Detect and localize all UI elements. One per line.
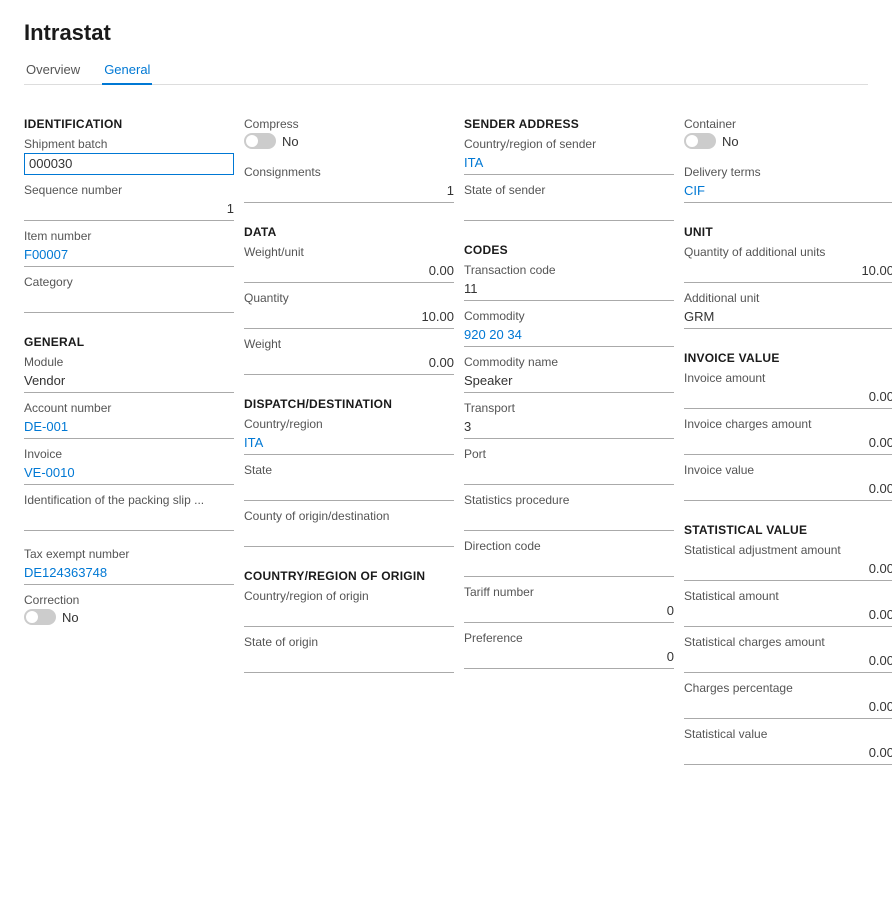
field-state-of-origin: State of origin xyxy=(244,635,454,673)
col-3: SENDER ADDRESS Country/region of sender … xyxy=(464,103,674,773)
field-commodity-name: Commodity name Speaker xyxy=(464,355,674,393)
field-stat-value: Statistical value 0.00 xyxy=(684,727,892,765)
field-stat-amount: Statistical amount 0.00 xyxy=(684,589,892,627)
field-country-sender: Country/region of sender ITA xyxy=(464,137,674,175)
correction-toggle-row: No xyxy=(24,609,234,625)
field-consignments: Consignments 1 xyxy=(244,165,454,203)
field-tariff-number: Tariff number 0 xyxy=(464,585,674,623)
field-dispatch-state: State xyxy=(244,463,454,501)
col-4: Container No Delivery terms CIF UNIT Qua… xyxy=(684,103,892,773)
field-county: County of origin/destination xyxy=(244,509,454,547)
section-sender-address: SENDER ADDRESS xyxy=(464,117,674,131)
field-category: Category xyxy=(24,275,234,313)
field-country-of-origin: Country/region of origin xyxy=(244,589,454,627)
field-invoice-value: Invoice value 0.00 xyxy=(684,463,892,501)
page-title: Intrastat xyxy=(24,20,868,46)
form-grid: IDENTIFICATION Shipment batch 000030 Seq… xyxy=(24,103,868,773)
section-country-region-origin: COUNTRY/REGION OF ORIGIN xyxy=(244,569,454,583)
section-general: GENERAL xyxy=(24,335,234,349)
field-transport: Transport 3 xyxy=(464,401,674,439)
field-charges-pct: Charges percentage 0.00 xyxy=(684,681,892,719)
field-weight-unit: Weight/unit 0.00 xyxy=(244,245,454,283)
field-invoice: Invoice VE-0010 xyxy=(24,447,234,485)
container-toggle-row: No xyxy=(684,133,892,149)
section-unit: UNIT xyxy=(684,225,892,239)
field-account-number: Account number DE-001 xyxy=(24,401,234,439)
field-delivery-terms: Delivery terms CIF xyxy=(684,165,892,203)
field-shipment-batch: Shipment batch 000030 xyxy=(24,137,234,175)
field-correction: Correction No xyxy=(24,593,234,633)
field-packing-slip: Identification of the packing slip ... xyxy=(24,493,234,531)
section-statistical-value: STATISTICAL VALUE xyxy=(684,523,892,537)
field-stat-adjustment: Statistical adjustment amount 0.00 xyxy=(684,543,892,581)
field-transaction-code: Transaction code 11 xyxy=(464,263,674,301)
section-codes: CODES xyxy=(464,243,674,257)
field-statistics-procedure: Statistics procedure xyxy=(464,493,674,531)
field-state-sender: State of sender xyxy=(464,183,674,221)
field-module: Module Vendor xyxy=(24,355,234,393)
field-quantity: Quantity 10.00 xyxy=(244,291,454,329)
section-data: DATA xyxy=(244,225,454,239)
field-port: Port xyxy=(464,447,674,485)
compress-toggle[interactable] xyxy=(244,133,276,149)
compress-toggle-row: No xyxy=(244,133,454,149)
field-weight: Weight 0.00 xyxy=(244,337,454,375)
tab-overview[interactable]: Overview xyxy=(24,56,82,85)
field-sequence-number: Sequence number 1 xyxy=(24,183,234,221)
field-dispatch-country: Country/region ITA xyxy=(244,417,454,455)
container-toggle[interactable] xyxy=(684,133,716,149)
section-invoice-value: INVOICE VALUE xyxy=(684,351,892,365)
section-identification: IDENTIFICATION xyxy=(24,117,234,131)
field-item-number: Item number F00007 xyxy=(24,229,234,267)
field-stat-charges: Statistical charges amount 0.00 xyxy=(684,635,892,673)
field-invoice-charges-amount: Invoice charges amount 0.00 xyxy=(684,417,892,455)
correction-toggle[interactable] xyxy=(24,609,56,625)
field-preference: Preference 0 xyxy=(464,631,674,669)
field-compress: Compress No xyxy=(244,117,454,157)
field-quantity-additional: Quantity of additional units 10.00 xyxy=(684,245,892,283)
field-direction-code: Direction code xyxy=(464,539,674,577)
field-container: Container No xyxy=(684,117,892,157)
tab-general[interactable]: General xyxy=(102,56,152,85)
field-tax-exempt: Tax exempt number DE124363748 xyxy=(24,547,234,585)
col-1: IDENTIFICATION Shipment batch 000030 Seq… xyxy=(24,103,234,773)
section-dispatch: DISPATCH/DESTINATION xyxy=(244,397,454,411)
field-additional-unit: Additional unit GRM xyxy=(684,291,892,329)
field-commodity: Commodity 920 20 34 xyxy=(464,309,674,347)
tab-bar: Overview General xyxy=(24,56,868,85)
col-2: Compress No Consignments 1 DATA Weight/u… xyxy=(244,103,454,773)
field-invoice-amount: Invoice amount 0.00 xyxy=(684,371,892,409)
